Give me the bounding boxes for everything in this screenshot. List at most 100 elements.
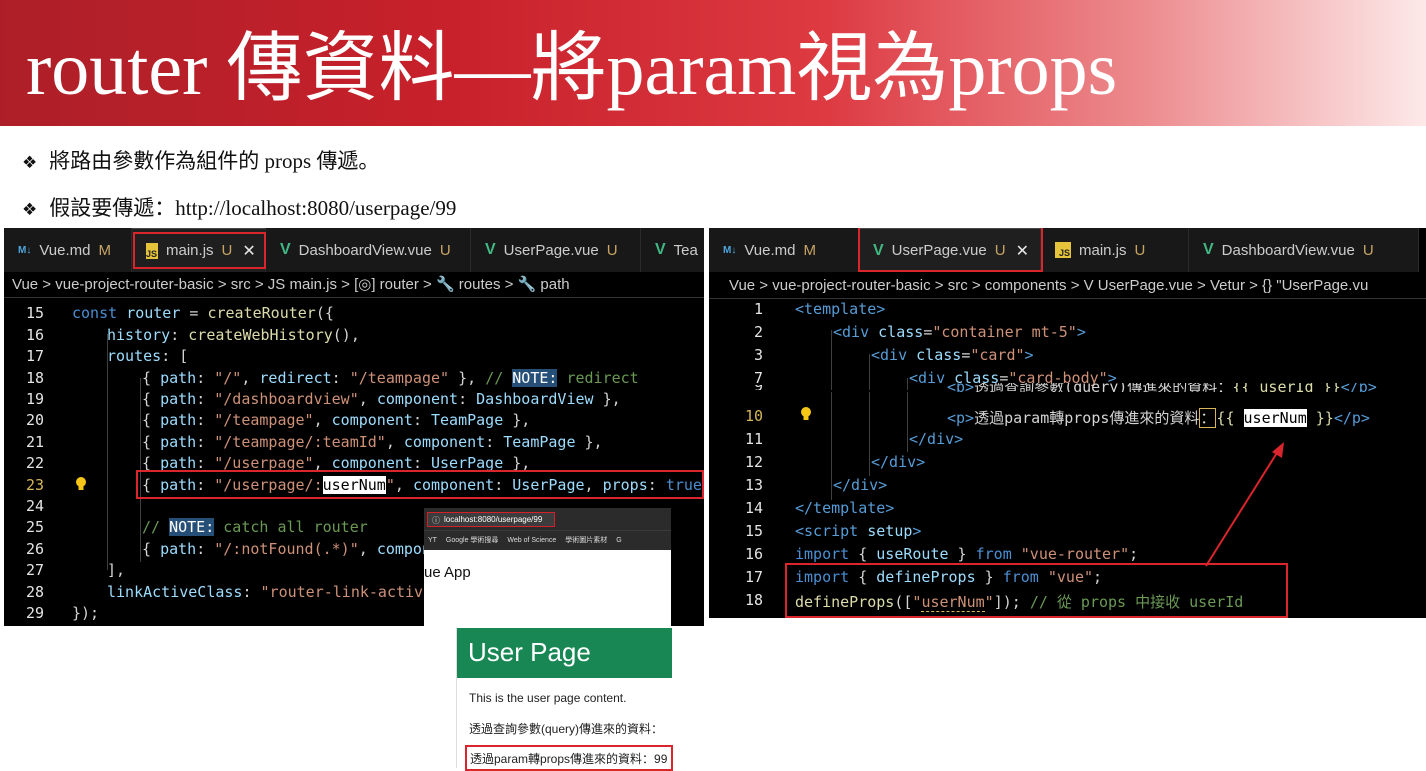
tab-label: Vue.md — [744, 241, 796, 259]
breadcrumb[interactable]: Vue > vue-project-router-basic > src > c… — [709, 273, 1426, 299]
editor-tab-bar: M↓ Vue.md M JS main.js U ✕ V DashboardView.vue… — [4, 228, 704, 272]
pointer-arrow-icon — [1205, 442, 1284, 567]
tab-vue-md[interactable]: M↓ Vue.md M — [709, 228, 859, 272]
line-number: 21 — [25, 433, 44, 451]
line-number: 17 — [25, 347, 44, 365]
line-number: 13 — [744, 476, 763, 494]
route-highlight-box — [136, 470, 704, 499]
bookmark-youtube[interactable]: YT — [428, 537, 437, 544]
bookmark-web-of-science[interactable]: Web of Science — [507, 537, 556, 544]
code-line-18[interactable]: { path: "/", redirect: "/teampage" }, //… — [142, 369, 639, 387]
line-number: 16 — [25, 326, 44, 344]
code-line-3[interactable]: <div class="card"> — [871, 346, 1034, 364]
code-line-1[interactable]: <template> — [795, 300, 885, 318]
tab-vue-md[interactable]: M↓ Vue.md M — [4, 228, 132, 272]
define-props-highlight-box — [785, 563, 1288, 618]
card-header: User Page — [457, 628, 672, 678]
bookmark-google-scholar[interactable]: Google 學術搜尋 — [446, 537, 499, 544]
bullet-1: ❖ 將路由參數作為組件的 props 傳遞。 — [22, 145, 379, 175]
code-line-11[interactable]: </div> — [909, 430, 963, 448]
line-number: 29 — [25, 604, 44, 622]
bullet-1-text: 將路由參數作為組件的 props 傳遞。 — [49, 149, 380, 173]
url-input[interactable]: ⓘ localhost:8080/userpage/99 — [427, 512, 555, 527]
code-line-2[interactable]: <div class="container mt-5"> — [833, 323, 1086, 341]
app-title: ue App — [424, 564, 471, 581]
editor-tab-bar: M↓ Vue.md M V UserPage.vue U ✕ JS main.js U V Da… — [709, 228, 1419, 272]
browser-window: ⓘ localhost:8080/userpage/99 YT Google 學術… — [424, 508, 671, 626]
line-number: 27 — [25, 561, 44, 579]
indent-guide — [831, 330, 832, 500]
line-number: 25 — [25, 518, 44, 536]
code-line-14[interactable]: </template> — [795, 499, 894, 517]
line-number: 18 — [25, 369, 44, 387]
tab-label: Vue.md — [39, 241, 91, 259]
bookmarks-bar: YT Google 學術搜尋 Web of Science 學術圖片素材 G — [424, 530, 671, 550]
line-number: 3 — [753, 346, 763, 364]
tab-status: U — [1134, 241, 1146, 259]
code-line-20[interactable]: { path: "/teampage", component: TeamPage… — [142, 411, 530, 429]
tab-teampage-vue[interactable]: V Tea — [641, 228, 704, 272]
tab-status: M — [803, 241, 816, 259]
code-line-19[interactable]: { path: "/dashboardview", component: Das… — [142, 390, 621, 408]
line-number: 16 — [744, 545, 763, 563]
code-line-29[interactable]: }); — [72, 604, 99, 622]
line-number: 14 — [744, 499, 763, 517]
slide-title-bar: router 傳資料—將param視為props — [0, 0, 1426, 126]
code-line-28[interactable]: linkActiveClass: "router-link-activat — [107, 583, 441, 601]
vue-icon: V — [280, 241, 291, 258]
line-number: 28 — [25, 583, 44, 601]
tab-label: Tea — [673, 241, 698, 259]
javascript-icon: JS — [1055, 242, 1071, 258]
line-number: 20 — [25, 411, 44, 429]
markdown-icon: M↓ — [723, 244, 737, 256]
tab-dashboardview-vue[interactable]: V DashboardView.vue U — [1189, 228, 1419, 272]
indent-guide — [107, 334, 108, 570]
lightbulb-icon[interactable] — [74, 476, 88, 492]
tab-status: U — [439, 241, 451, 259]
line-number: 10 — [744, 407, 763, 425]
code-line-27[interactable]: ], — [107, 561, 125, 579]
tab-label: main.js — [1079, 241, 1127, 259]
card-props-line: 透過param轉props傳進來的資料：99 — [465, 745, 674, 771]
code-line-16[interactable]: history: createWebHistory(), — [107, 326, 360, 344]
code-line-15[interactable]: const router = createRouter({ — [72, 304, 334, 322]
line-number: 26 — [25, 540, 44, 558]
bookmark-folder[interactable]: 學術圖片素材 — [565, 537, 607, 544]
bullet-2: ❖ 假設要傳遞：http://localhost:8080/userpage/99 — [22, 192, 456, 222]
code-line-13[interactable]: </div> — [833, 476, 887, 494]
code-line-16[interactable]: import { useRoute } from "vue-router"; — [795, 545, 1138, 563]
line-number: 15 — [744, 522, 763, 540]
code-line-26[interactable]: { path: "/:notFound(.*)", compone — [142, 540, 440, 558]
card-query-line: 透過查詢參數(query)傳進來的資料： — [469, 722, 664, 736]
url-text: localhost:8080/userpage/99 — [444, 515, 543, 524]
tab-main-js[interactable]: JS main.js U — [1041, 228, 1189, 272]
code-line-12[interactable]: </div> — [871, 453, 925, 471]
bookmark-g[interactable]: G — [616, 537, 621, 544]
tab-highlight-box — [133, 232, 266, 269]
tab-dashboardview-vue[interactable]: V DashboardView.vue U — [266, 228, 471, 272]
code-line-15[interactable]: <script setup> — [795, 522, 921, 540]
line-number: 24 — [25, 497, 44, 515]
diamond-bullet-icon: ❖ — [22, 153, 38, 173]
indent-guide — [869, 354, 870, 476]
line-number: 1 — [753, 300, 763, 318]
tab-highlight-box — [858, 228, 1043, 272]
code-line-10[interactable]: <p>透過param轉props傳進來的資料：{{ userNum }}</p> — [947, 407, 1370, 428]
tab-label: UserPage.vue — [503, 241, 599, 259]
code-line-17[interactable]: routes: [ — [107, 347, 188, 365]
line-number: 18 — [744, 591, 763, 609]
line-number: 22 — [25, 454, 44, 472]
line-number: 12 — [744, 453, 763, 471]
code-line-9[interactable]: <p>透過查詢參數(query)傳進來的資料：{{ userId }}</p> — [947, 383, 1377, 392]
markdown-icon: M↓ — [18, 244, 32, 256]
tab-userpage-vue[interactable]: V UserPage.vue U — [471, 228, 641, 272]
tab-label: DashboardView.vue — [298, 241, 432, 259]
user-page-card: User Page This is the user page content.… — [456, 628, 674, 771]
lightbulb-icon[interactable] — [799, 406, 813, 422]
tab-status: M — [98, 241, 111, 259]
code-line-25[interactable]: // NOTE: catch all router — [142, 518, 368, 536]
card-content: This is the user page content. — [469, 691, 627, 705]
code-line-21[interactable]: { path: "/teampage/:teamId", component: … — [142, 433, 603, 451]
breadcrumb[interactable]: Vue > vue-project-router-basic > src > J… — [4, 272, 704, 298]
bullet-2-text: 假設要傳遞：http://localhost:8080/userpage/99 — [49, 196, 457, 220]
